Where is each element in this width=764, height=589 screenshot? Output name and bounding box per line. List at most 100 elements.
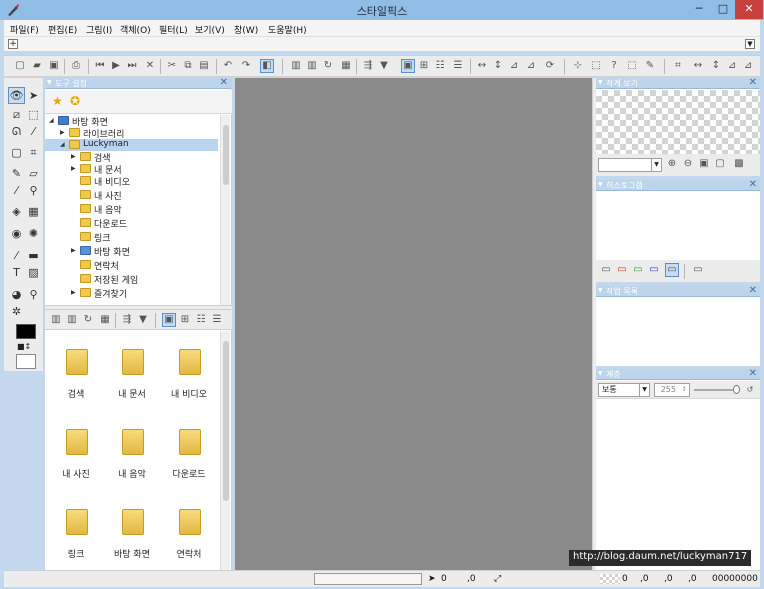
thumbnail-scrollbar[interactable] [220, 331, 230, 570]
undo-icon[interactable]: ↶ [222, 60, 234, 72]
tree-item[interactable]: 다운로드 [45, 217, 222, 230]
tree-item[interactable]: 저장된 게임 [45, 273, 222, 286]
tree-item[interactable]: ◢ 바탕 화면 [45, 115, 222, 128]
monitor-luminance-icon[interactable]: ▭ [665, 263, 679, 277]
tree-item[interactable]: 내 사진 [45, 189, 222, 202]
tree-scrollbar[interactable] [220, 115, 230, 305]
zoom-tool-icon[interactable]: ⚲ [26, 287, 41, 302]
tab-list-chevron-icon[interactable]: ▼ [745, 39, 755, 49]
pointer-tool-icon[interactable]: ➤ [26, 88, 41, 103]
maximize-button[interactable]: □ [711, 0, 735, 19]
canvas-workspace[interactable] [235, 78, 592, 570]
swap-colors-icon[interactable]: ■↕ [17, 342, 31, 351]
text-tool-icon[interactable]: T [9, 265, 24, 280]
rotate-left-icon[interactable]: ⊿ [508, 60, 520, 72]
chevron-down-icon[interactable]: ▼ [639, 384, 649, 396]
scroll-thumb[interactable] [223, 341, 229, 501]
new-file-icon[interactable]: ▢ [14, 60, 26, 72]
add-star-icon[interactable]: ✪ [70, 94, 80, 108]
background-color-swatch[interactable] [16, 354, 36, 369]
flip-vertical-icon[interactable]: ↕ [492, 60, 504, 72]
refresh-icon[interactable]: ↻ [82, 314, 94, 326]
thumbnail-item[interactable]: 검색 [48, 349, 104, 409]
menu-filter[interactable]: 필터(L) [159, 23, 188, 36]
view-details-icon[interactable]: ☷ [434, 60, 446, 72]
gradient-tool-icon[interactable]: ▦ [26, 204, 41, 219]
panel-close-icon[interactable]: ✕ [220, 77, 228, 88]
menu-file[interactable]: 파일(F) [10, 23, 39, 36]
monitor-all-icon[interactable]: ▭ [600, 264, 612, 276]
monitor-red-icon[interactable]: ▭ [616, 264, 628, 276]
fill-tool-icon[interactable]: ◈ [9, 204, 24, 219]
panel-close-icon[interactable]: ✕ [749, 368, 757, 379]
expanded-icon[interactable]: ◢ [49, 117, 54, 124]
thumbnail-item[interactable]: 내 음악 [104, 429, 160, 489]
view-tool-icon[interactable]: 👁 [8, 87, 25, 104]
open-folder-icon[interactable]: ▰ [31, 60, 43, 72]
collapse-caret-icon[interactable]: ▼ [598, 370, 603, 377]
brush-icon[interactable]: ✎ [644, 60, 656, 72]
mirror-icon[interactable]: ↔ [692, 60, 704, 72]
zoom-combo[interactable]: ▼ [598, 158, 662, 172]
resize-icon[interactable]: ⬚ [590, 60, 602, 72]
tree-item[interactable]: 내 비디오 [45, 175, 222, 188]
dropdown-icon[interactable]: ▼ [137, 314, 149, 326]
fast-forward-icon[interactable]: ⏭ [126, 60, 138, 72]
sort-icon[interactable]: ⇶ [121, 314, 133, 326]
line-tool-icon[interactable]: ⁄ [9, 248, 24, 263]
minimize-button[interactable]: ─ [687, 0, 711, 19]
play-icon[interactable]: ▶ [110, 60, 122, 72]
thumbnail-item[interactable]: 바탕 화면 [104, 509, 160, 569]
panel-close-icon[interactable]: ✕ [749, 285, 757, 296]
flip-icon[interactable]: ↕ [710, 60, 722, 72]
thumbnail-item[interactable]: 링크 [48, 509, 104, 569]
actual-size-icon[interactable]: ▢ [714, 158, 726, 170]
fullscreen-icon[interactable]: ▩ [733, 158, 745, 170]
monitor-green-icon[interactable]: ▭ [632, 264, 644, 276]
collapse-caret-icon[interactable]: ▼ [598, 287, 603, 294]
view-grid-icon[interactable]: ⊞ [179, 314, 191, 326]
tree-item[interactable]: ▶ 즐겨찾기 [45, 287, 222, 300]
foreground-color-swatch[interactable] [16, 324, 36, 339]
adjust-icon[interactable]: ⬚ [626, 60, 638, 72]
monitor-settings-icon[interactable]: ▭ [692, 264, 704, 276]
stepper-arrows-icon[interactable]: ↕ [679, 384, 689, 396]
menu-object[interactable]: 객체(O) [120, 23, 151, 36]
pencil-tool-icon[interactable]: ✎ [9, 166, 24, 181]
line-select-tool-icon[interactable]: ⧄ [9, 107, 24, 122]
help-icon[interactable]: ? [608, 60, 620, 72]
flip-horizontal-icon[interactable]: ↔ [476, 60, 488, 72]
close-button[interactable]: ✕ [735, 0, 763, 19]
thumbnail-item[interactable]: 내 비디오 [161, 349, 217, 409]
tree-item[interactable]: ▶ 검색 [45, 151, 222, 164]
reset-icon[interactable]: ↺ [744, 384, 756, 396]
lasso-tool-icon[interactable]: ᘏ [9, 124, 24, 139]
thumbnail-item[interactable]: 연락처 [161, 509, 217, 569]
color-wheel-tool-icon[interactable]: ◕ [9, 287, 24, 302]
menu-edit[interactable]: 편집(E) [48, 23, 77, 36]
crop-icon[interactable]: ⊹ [572, 60, 584, 72]
rotate-right-icon[interactable]: ⊿ [525, 60, 537, 72]
clone-tool-icon[interactable]: ⚲ [26, 183, 41, 198]
chevron-down-icon[interactable]: ▼ [651, 159, 661, 171]
scroll-thumb[interactable] [223, 125, 229, 185]
cut-icon[interactable]: ✂ [166, 60, 178, 72]
opacity-stepper[interactable]: 255 ↕ [654, 383, 690, 397]
opacity-slider-handle[interactable] [733, 385, 740, 394]
red-eye-tool-icon[interactable]: ◉ [9, 226, 24, 241]
rotate-icon[interactable]: ⟳ [544, 60, 556, 72]
crop-tool-icon[interactable]: ⌗ [672, 60, 684, 72]
view-list-icon[interactable]: ☰ [452, 60, 464, 72]
panel-close-icon[interactable]: ✕ [749, 179, 757, 190]
capture-icon[interactable]: ▥ [306, 60, 318, 72]
image-tool-icon[interactable]: ▨ [26, 265, 41, 280]
save-icon[interactable]: ▣ [48, 60, 60, 72]
first-frame-icon[interactable]: ⏮ [94, 60, 106, 72]
collapsed-icon[interactable]: ▶ [71, 165, 76, 172]
thumbnail-item[interactable]: 내 사진 [48, 429, 104, 489]
collapsed-icon[interactable]: ▶ [71, 247, 76, 254]
view-large-icon[interactable]: ▣ [401, 59, 415, 73]
paste-icon[interactable]: ▤ [198, 60, 210, 72]
collapsed-icon[interactable]: ▶ [71, 289, 76, 296]
thumbnail-item[interactable]: 내 문서 [104, 349, 160, 409]
